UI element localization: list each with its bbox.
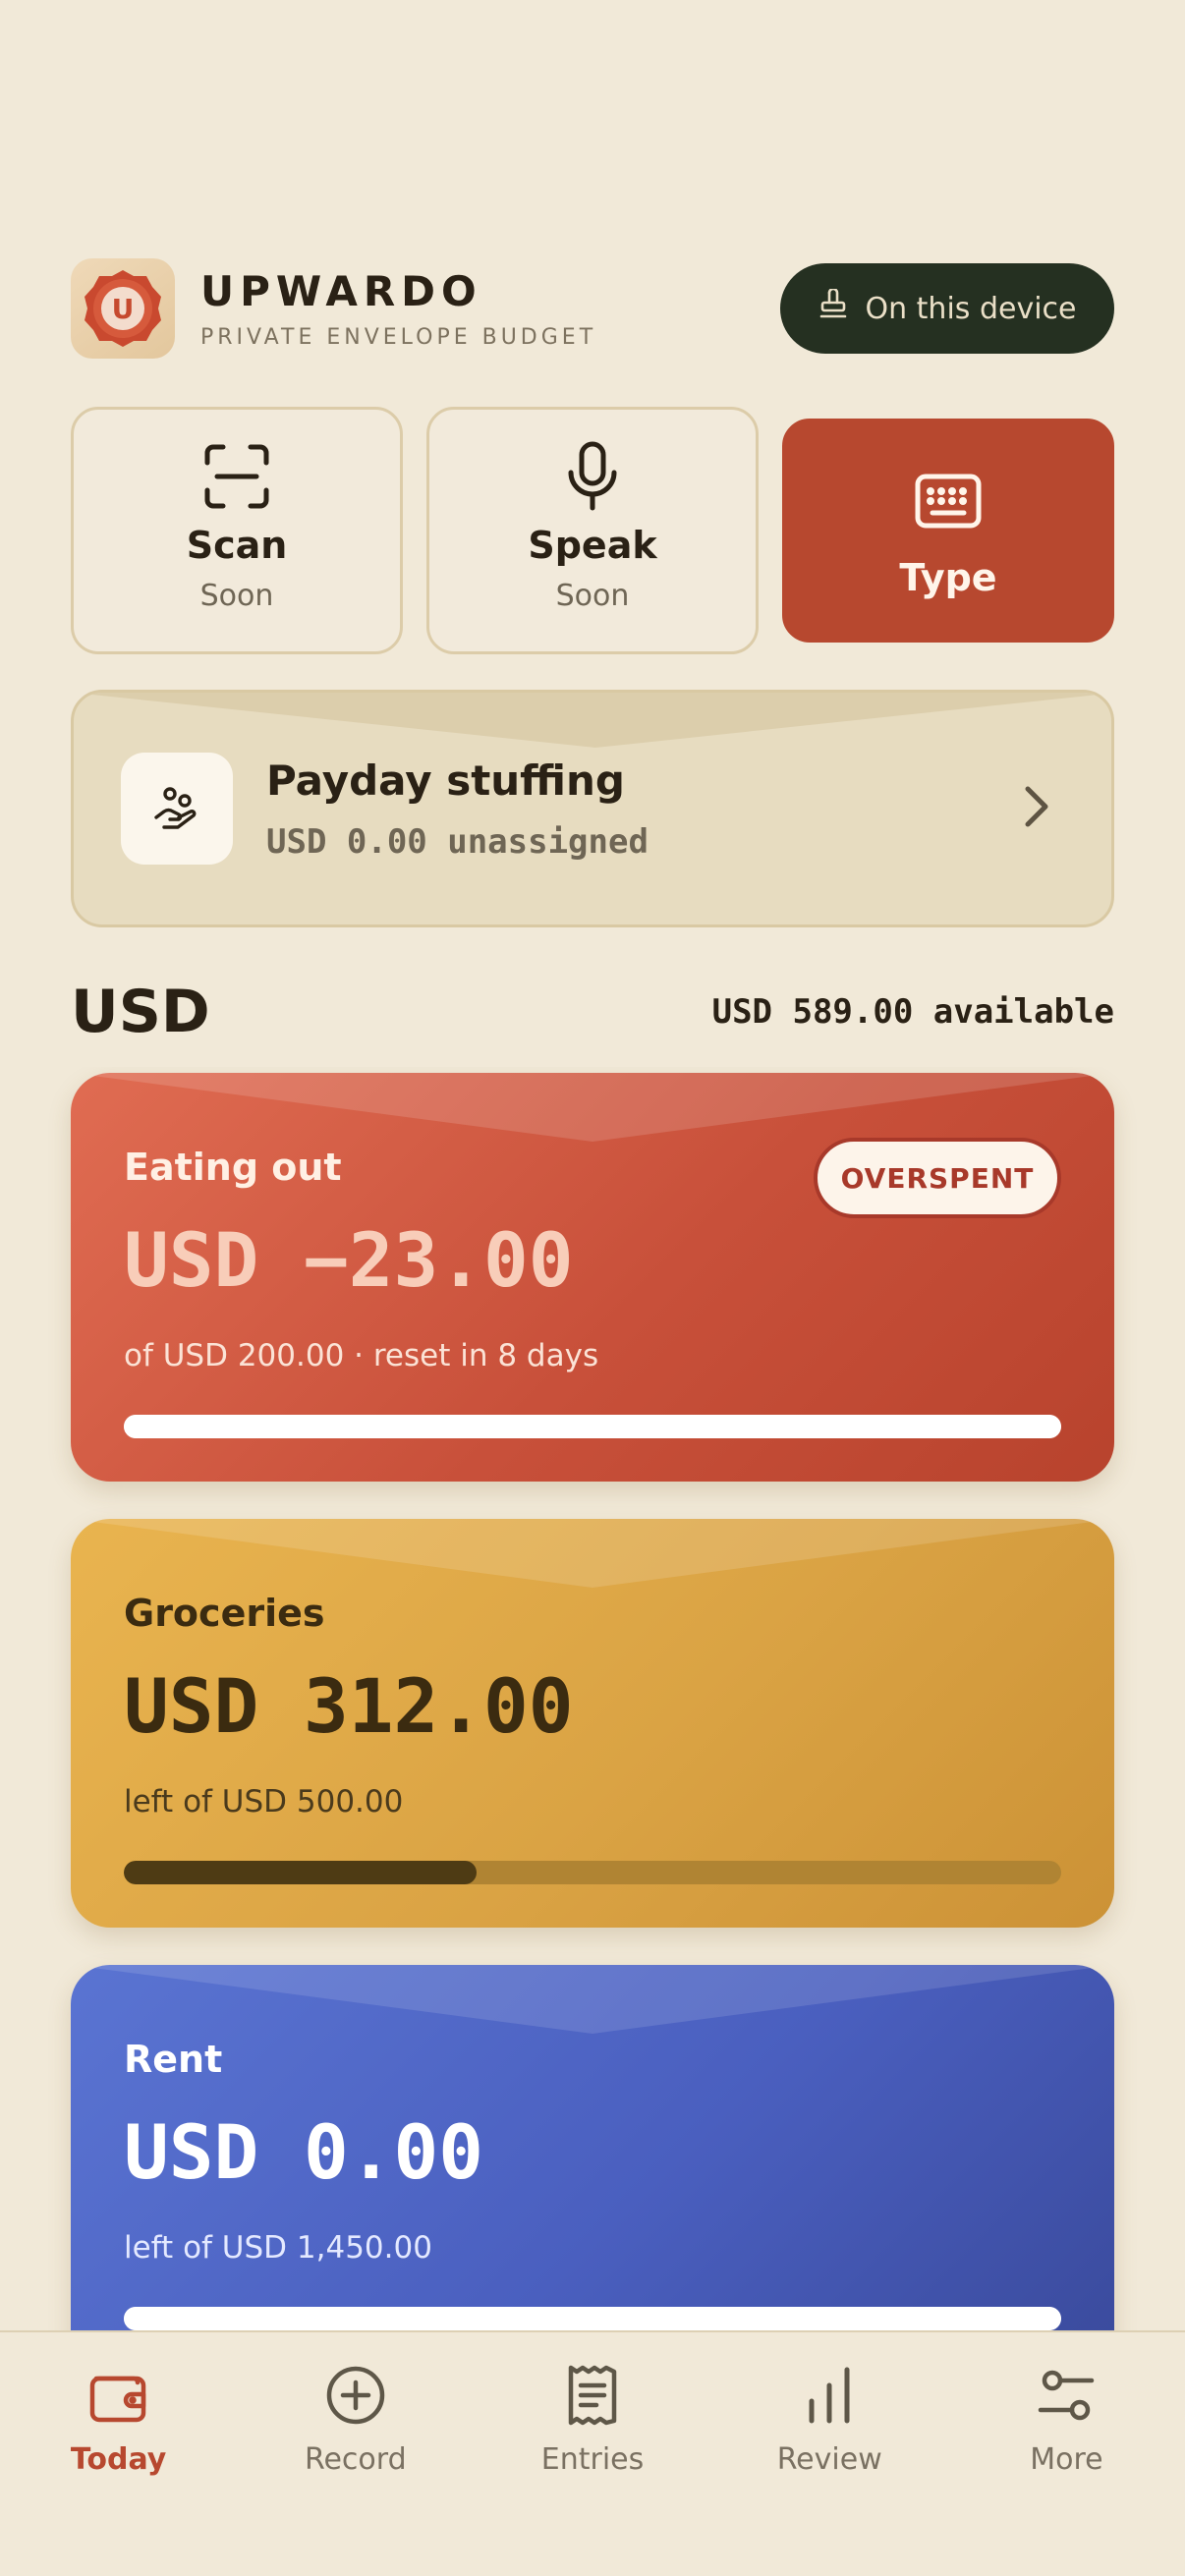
available-total: USD 589.00 available [711, 992, 1114, 1032]
envelope-card-groceries[interactable]: Groceries USD 312.00 left of USD 500.00 [71, 1519, 1114, 1928]
progress-fill [124, 1861, 477, 1884]
payday-title: Payday stuffing [266, 756, 625, 805]
tab-today[interactable]: Today [0, 2332, 237, 2576]
tab-label: Record [304, 2442, 407, 2477]
progress-fill [124, 1415, 1061, 1438]
bottom-tab-bar: Today Record Entries Review More [0, 2330, 1185, 2576]
speak-label: Speak [528, 524, 657, 567]
envelope-card-eating-out[interactable]: Eating out OVERSPENT USD −23.00 of USD 2… [71, 1073, 1114, 1482]
envelope-flap [71, 1965, 1114, 2034]
on-device-button[interactable]: On this device [780, 263, 1114, 354]
app-header: U UPWARDO PRIVATE ENVELOPE BUDGET On thi… [71, 257, 1114, 360]
envelope-amount: USD −23.00 [124, 1216, 574, 1304]
type-button[interactable]: Type [782, 419, 1114, 643]
envelope-card-rent[interactable]: Rent USD 0.00 left of USD 1,450.00 [71, 1965, 1114, 2330]
tab-label: Today [70, 2442, 167, 2477]
currency-title: USD [71, 978, 210, 1046]
envelope-name: Groceries [124, 1592, 325, 1635]
sliders-icon [1037, 2362, 1096, 2429]
plus-circle-icon [325, 2362, 386, 2429]
overspent-badge: OVERSPENT [814, 1138, 1061, 1218]
hand-coins-icon [121, 753, 233, 865]
tab-label: More [1030, 2442, 1103, 2477]
tab-more[interactable]: More [948, 2332, 1185, 2576]
tab-entries[interactable]: Entries [474, 2332, 710, 2576]
envelope-amount: USD 312.00 [124, 1662, 574, 1750]
tab-label: Entries [540, 2442, 645, 2477]
speak-status: Soon [555, 579, 630, 613]
envelope-progress-bar [124, 1415, 1061, 1438]
type-label: Type [899, 556, 997, 599]
envelope-name: Rent [124, 2038, 223, 2081]
envelope-progress-bar [124, 1861, 1061, 1884]
chevron-right-icon [1023, 784, 1050, 833]
currency-section-header: USD USD 589.00 available [71, 973, 1114, 1051]
tab-label: Review [776, 2442, 882, 2477]
wallet-icon [88, 2362, 149, 2429]
scan-status: Soon [199, 579, 274, 613]
brand: UPWARDO PRIVATE ENVELOPE BUDGET [200, 266, 597, 350]
envelope-list[interactable]: Eating out OVERSPENT USD −23.00 of USD 2… [0, 1067, 1185, 2330]
hand-stamp-icon [818, 287, 848, 328]
bar-chart-icon [804, 2362, 855, 2429]
capture-options: Scan Soon Speak Soon Type [71, 407, 1114, 654]
progress-fill [124, 2307, 1061, 2330]
tab-review[interactable]: Review [711, 2332, 948, 2576]
microphone-icon [565, 437, 620, 516]
app-logo: U [71, 258, 175, 359]
scan-button[interactable]: Scan Soon [71, 407, 403, 654]
envelope-flap [74, 693, 1111, 748]
payday-stuffing-card[interactable]: Payday stuffing USD 0.00 unassigned [71, 690, 1114, 927]
receipt-icon [567, 2362, 618, 2429]
app-name: UPWARDO [200, 266, 482, 315]
scan-frame-icon [203, 437, 270, 516]
envelope-note: of USD 200.00 · reset in 8 days [124, 1338, 599, 1373]
seal-icon: U [83, 268, 163, 349]
scan-label: Scan [186, 524, 288, 567]
speak-button[interactable]: Speak Soon [426, 407, 759, 654]
envelope-flap [71, 1073, 1114, 1142]
app-tagline: PRIVATE ENVELOPE BUDGET [200, 324, 597, 350]
payday-text: Payday stuffing USD 0.00 unassigned [266, 756, 649, 862]
envelope-note: left of USD 1,450.00 [124, 2230, 432, 2266]
logo-letter: U [101, 287, 144, 330]
envelope-flap [71, 1519, 1114, 1588]
envelope-amount: USD 0.00 [124, 2108, 484, 2196]
envelope-note: left of USD 500.00 [124, 1784, 404, 1820]
payday-unassigned: USD 0.00 unassigned [266, 821, 649, 862]
keyboard-icon [915, 462, 982, 540]
tab-record[interactable]: Record [237, 2332, 474, 2576]
on-device-label: On this device [865, 291, 1077, 326]
envelope-name: Eating out [124, 1146, 342, 1189]
envelope-progress-bar [124, 2307, 1061, 2330]
